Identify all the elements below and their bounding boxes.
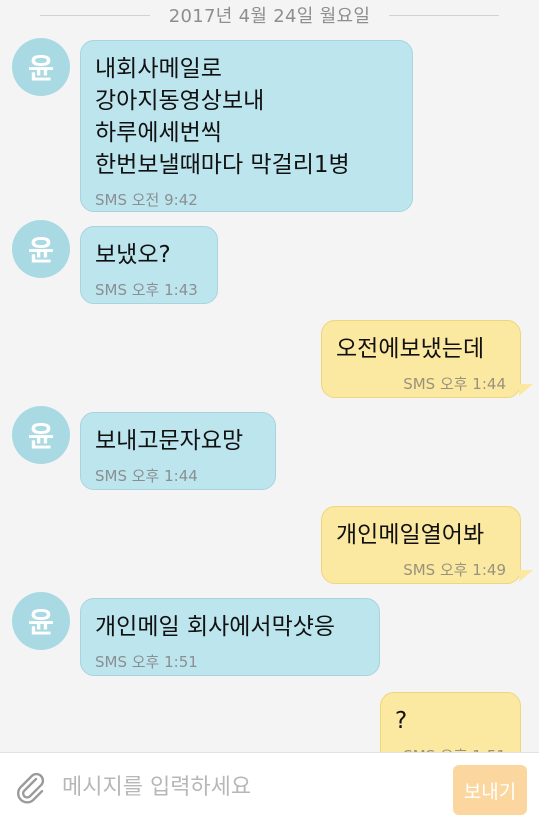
message-input[interactable] [62, 765, 432, 809]
message-text: 오전에보냈는데 [336, 336, 485, 362]
send-button[interactable]: 보내기 [453, 765, 527, 815]
message-input-bar: 보내기 [0, 752, 539, 818]
date-divider-left [40, 15, 150, 16]
message-text: 보내고문자요망 [95, 428, 244, 454]
contact-avatar[interactable]: 윤 [12, 406, 70, 464]
message-text: 보냈오? [95, 242, 171, 268]
message-meta: SMS 오후 1:43 [95, 281, 198, 299]
date-separator: 2017년 4월 24일 월요일 [0, 0, 539, 30]
contact-avatar[interactable]: 윤 [12, 38, 70, 96]
message-meta: SMS 오후 1:49 [403, 561, 506, 579]
contact-avatar[interactable]: 윤 [12, 220, 70, 278]
contact-avatar[interactable]: 윤 [12, 592, 70, 650]
outgoing-bubble-tail [519, 570, 533, 582]
message-text: 개인메일열어봐 [336, 522, 485, 548]
outgoing-bubble-tail [519, 384, 533, 396]
message-meta: SMS 오전 9:42 [95, 191, 198, 209]
message-text: 개인메일 회사에서막샷응 [95, 614, 336, 640]
incoming-message-bubble[interactable]: 보내고문자요망 SMS 오후 1:44 [80, 412, 276, 490]
date-label: 2017년 4월 24일 월요일 [168, 6, 371, 27]
outgoing-message-bubble[interactable]: 개인메일열어봐 SMS 오후 1:49 [321, 506, 521, 584]
message-text: 내회사메일로 강아지동영상보내 하루에세번씩 한번보낼때마다 막걸리1병 [95, 56, 350, 178]
message-meta: SMS 오후 1:44 [403, 375, 506, 393]
incoming-message-bubble[interactable]: 내회사메일로 강아지동영상보내 하루에세번씩 한번보낼때마다 막걸리1병 SMS… [80, 40, 413, 212]
paperclip-icon[interactable] [14, 771, 48, 805]
message-text: ? [395, 708, 408, 734]
outgoing-message-bubble[interactable]: 오전에보냈는데 SMS 오후 1:44 [321, 320, 521, 398]
incoming-message-bubble[interactable]: 보냈오? SMS 오후 1:43 [80, 226, 218, 304]
date-divider-right [389, 15, 499, 16]
incoming-message-bubble[interactable]: 개인메일 회사에서막샷응 SMS 오후 1:51 [80, 598, 380, 676]
message-meta: SMS 오후 1:51 [95, 653, 198, 671]
message-meta: SMS 오후 1:44 [95, 467, 198, 485]
